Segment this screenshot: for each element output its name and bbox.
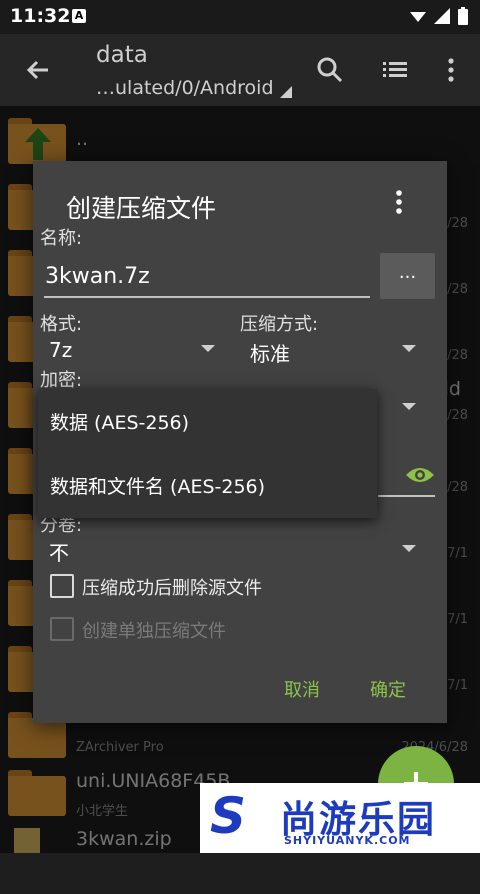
battery-icon bbox=[458, 7, 468, 25]
encrypt-option-data-and-names[interactable]: 数据和文件名 (AES-256) bbox=[50, 472, 265, 499]
path-dropdown-icon[interactable] bbox=[280, 86, 292, 98]
folder-title: data bbox=[96, 42, 148, 68]
dialog-title: 创建压缩文件 bbox=[66, 194, 217, 223]
encryption-dropdown-menu: 数据 (AES-256) 数据和文件名 (AES-256) bbox=[38, 389, 377, 518]
single-archive-label[interactable]: 创建单独压缩文件 bbox=[82, 617, 226, 643]
search-icon[interactable] bbox=[316, 56, 344, 84]
app-bar: data …ulated/0/Android bbox=[0, 34, 480, 106]
encrypt-dropdown-icon[interactable] bbox=[402, 403, 416, 410]
ok-button[interactable]: 确定 bbox=[370, 676, 406, 702]
method-select[interactable]: 标准 bbox=[250, 338, 290, 367]
archive-name-input[interactable]: 3kwan.7z bbox=[44, 258, 370, 298]
status-time: 11:32 bbox=[10, 5, 71, 27]
wifi-icon bbox=[434, 8, 450, 24]
folder-path[interactable]: …ulated/0/Android bbox=[96, 77, 274, 99]
method-label: 压缩方式: bbox=[240, 314, 319, 335]
notification-a-icon: A bbox=[72, 9, 86, 23]
site-watermark: S 尚游乐园 SHYIYUANYK.COM bbox=[200, 783, 480, 853]
single-archive-checkbox[interactable] bbox=[50, 617, 74, 641]
password-field-underline bbox=[378, 495, 435, 497]
cancel-button[interactable]: 取消 bbox=[284, 676, 320, 702]
watermark-brand-en: SHYIYUANYK.COM bbox=[284, 834, 411, 847]
name-label: 名称: bbox=[40, 228, 83, 249]
system-icons bbox=[410, 7, 468, 25]
format-label: 格式: bbox=[40, 314, 83, 335]
status-bar: 11:32 A bbox=[0, 0, 480, 34]
watermark-logo: S bbox=[210, 787, 247, 845]
format-dropdown-icon[interactable] bbox=[201, 345, 215, 352]
dialog-menu-icon[interactable] bbox=[389, 189, 409, 215]
list-view-icon[interactable] bbox=[381, 56, 409, 84]
signal-icon bbox=[410, 12, 426, 22]
method-dropdown-icon[interactable] bbox=[402, 345, 416, 352]
show-password-eye-icon[interactable] bbox=[405, 463, 435, 487]
delete-source-label[interactable]: 压缩成功后删除源文件 bbox=[82, 574, 262, 600]
format-select[interactable]: 7z bbox=[49, 338, 72, 362]
split-dropdown-icon[interactable] bbox=[402, 545, 416, 552]
back-arrow-icon[interactable] bbox=[24, 56, 52, 84]
browse-button[interactable]: ... bbox=[380, 253, 435, 299]
encrypt-option-data[interactable]: 数据 (AES-256) bbox=[50, 408, 189, 435]
split-select[interactable]: 不 bbox=[49, 537, 69, 566]
delete-source-checkbox[interactable] bbox=[50, 574, 74, 598]
overflow-menu-icon[interactable] bbox=[437, 56, 465, 84]
